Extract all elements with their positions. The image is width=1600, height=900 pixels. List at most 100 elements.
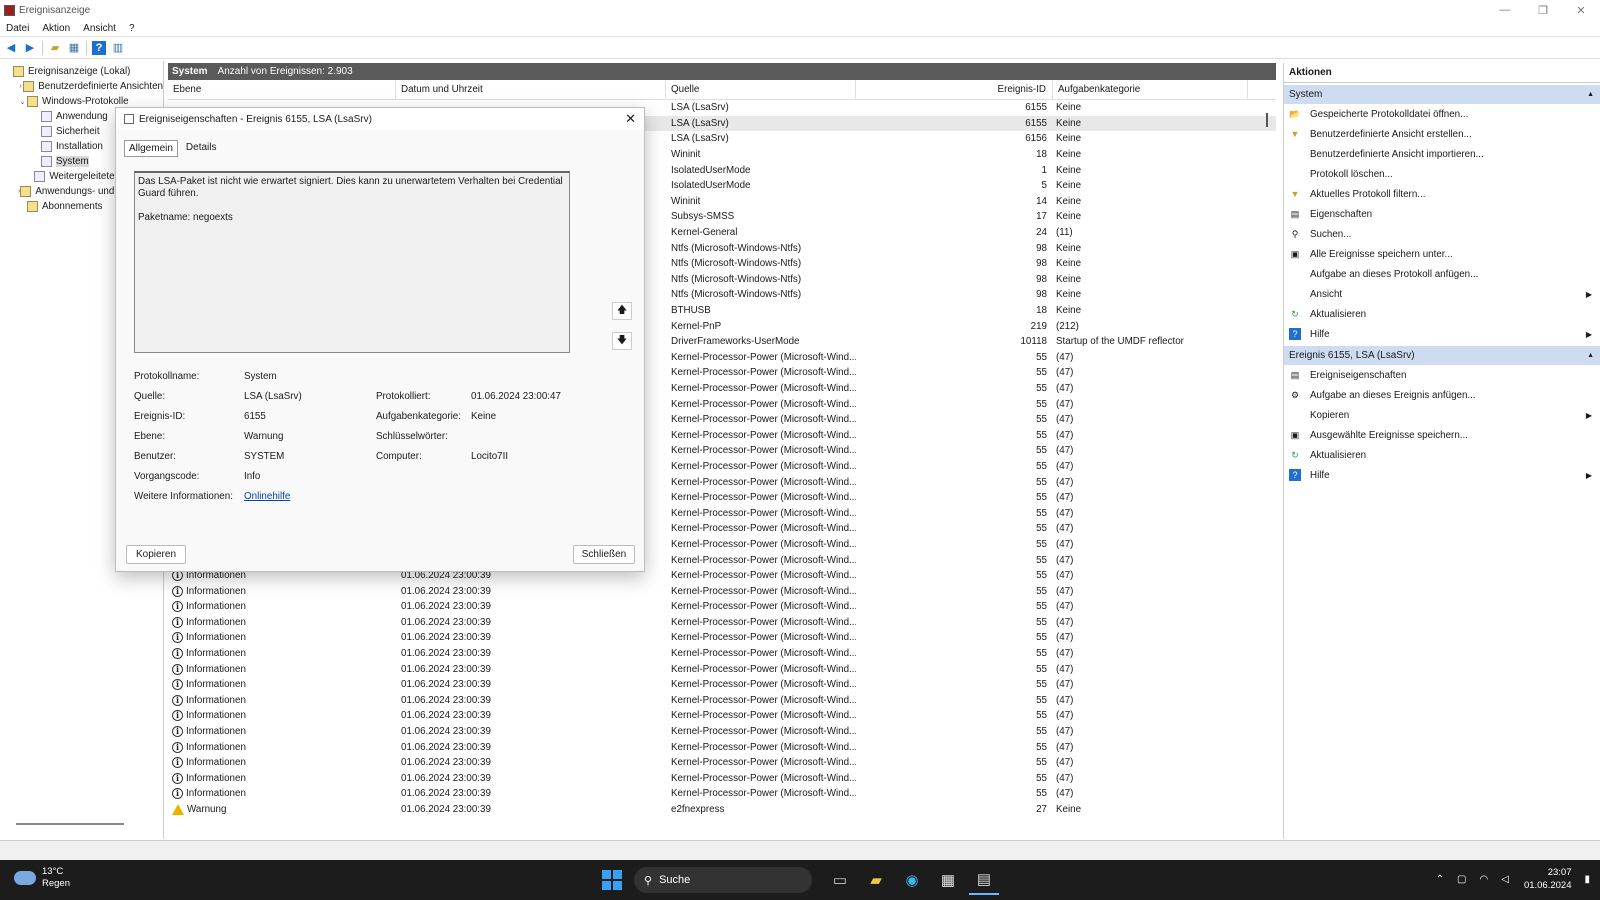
cell-source: IsolatedUserMode (671, 180, 751, 192)
table-row[interactable]: iInformationen 01.06.2024 23:00:39 Kernel-… (168, 786, 1276, 802)
menu-aktion[interactable]: Aktion (42, 23, 70, 34)
close-dialog-button[interactable]: Schließen (573, 545, 635, 564)
cell-event-id: 55 (1036, 741, 1047, 753)
action-label: Alle Ereignisse speichern unter... (1310, 248, 1453, 260)
expand-chevron-icon[interactable]: ⌄ (18, 98, 27, 106)
folder-up-icon[interactable]: ▰ (48, 41, 62, 55)
action-kopieren[interactable]: Kopieren ▶ (1284, 405, 1600, 425)
table-row[interactable]: Warnung 01.06.2024 23:00:39 e2fnexpress 27 K… (168, 802, 1276, 818)
back-arrow-icon[interactable]: ◀ (4, 41, 18, 55)
tree-horizontal-scrollbar[interactable] (16, 823, 124, 825)
edge-browser-icon[interactable]: ◉ (897, 865, 927, 895)
clock[interactable]: 23:07 01.06.2024 (1524, 866, 1572, 892)
action-hilfe[interactable]: ? Hilfe ▶ (1284, 324, 1600, 344)
action-ansicht[interactable]: Ansicht ▶ (1284, 284, 1600, 304)
label-weitere-informationen: Weitere Informationen: (134, 490, 233, 502)
action-benutzerdefinierte-ansicht-importieren[interactable]: Benutzerdefinierte Ansicht importieren..… (1284, 144, 1600, 164)
column-header-datum[interactable]: Datum und Uhrzeit (396, 79, 666, 100)
action-aufgabe-an-dieses-protokoll-anfügen[interactable]: Aufgabe an dieses Protokoll anfügen... (1284, 264, 1600, 284)
table-row[interactable]: iInformationen 01.06.2024 23:00:39 Kernel-… (168, 755, 1276, 771)
cell-event-id: 55 (1036, 726, 1047, 738)
action-hilfe[interactable]: ? Hilfe ▶ (1284, 465, 1600, 485)
minimize-button[interactable]: — (1486, 0, 1524, 20)
column-header-aufgabenkategorie[interactable]: Aufgabenkategorie (1053, 79, 1248, 100)
task-view-icon[interactable]: ▭ (825, 865, 855, 895)
wifi-icon[interactable]: ◠ (1480, 874, 1489, 885)
copy-button[interactable]: Kopieren (126, 545, 186, 564)
action-aktualisieren[interactable]: ↻ Aktualisieren (1284, 445, 1600, 465)
maximize-button[interactable]: ❐ (1524, 0, 1562, 20)
cell-event-id: 55 (1036, 429, 1047, 441)
cell-event-id: 55 (1036, 710, 1047, 722)
table-row[interactable]: iInformationen 01.06.2024 23:00:39 Kernel-… (168, 724, 1276, 740)
table-row[interactable]: iInformationen 01.06.2024 23:00:39 Kernel-… (168, 599, 1276, 615)
tree-item-ereignisanzeige-lokal[interactable]: Ereignisanzeige (Lokal) (0, 64, 163, 79)
cell-category: (47) (1056, 772, 1074, 784)
network-icon[interactable]: ▢ (1457, 874, 1466, 885)
close-window-button[interactable]: ✕ (1562, 0, 1600, 20)
event-viewer-taskbar-icon[interactable]: ▤ (969, 865, 999, 895)
cell-level: iInformationen (168, 663, 396, 675)
action-aufgabe-an-dieses-ereignis-anfügen[interactable]: ⚙ Aufgabe an dieses Ereignis anfügen... (1284, 385, 1600, 405)
action-section-ereignis-6155-lsa-lsasrv[interactable]: Ereignis 6155, LSA (LsaSrv) ▲ (1284, 346, 1600, 365)
action-gespeicherte-protokolldatei-öffnen[interactable]: 📂 Gespeicherte Protokolldatei öffnen... (1284, 104, 1600, 124)
table-row[interactable]: iInformationen 01.06.2024 23:00:39 Kernel-… (168, 646, 1276, 662)
table-row[interactable]: iInformationen 01.06.2024 23:00:39 Kernel-… (168, 693, 1276, 709)
cell-source: Kernel-Processor-Power (Microsoft-Wind..… (671, 710, 856, 722)
chevron-up-icon[interactable]: ▲ (1587, 352, 1594, 359)
dialog-close-icon[interactable]: ✕ (625, 111, 636, 127)
table-row[interactable]: iInformationen 01.06.2024 23:00:39 Kernel-… (168, 677, 1276, 693)
next-event-button[interactable]: 🡇 (612, 332, 632, 350)
volume-icon[interactable]: ◁ (1501, 874, 1509, 885)
menu-help[interactable]: ? (129, 23, 135, 34)
action-aktuelles-protokoll-filtern[interactable]: ▼ Aktuelles Protokoll filtern... (1284, 184, 1600, 204)
previous-event-button[interactable]: 🡅 (612, 302, 632, 320)
menu-ansicht[interactable]: Ansicht (83, 23, 116, 34)
menu-datei[interactable]: Datei (6, 23, 29, 34)
table-row[interactable]: iInformationen 01.06.2024 23:00:39 Kernel-… (168, 583, 1276, 599)
taskbar-search-box[interactable]: ⚲ Suche (634, 867, 812, 893)
action-benutzerdefinierte-ansicht-erstellen[interactable]: ▼ Benutzerdefinierte Ansicht erstellen... (1284, 124, 1600, 144)
event-list-scrollbar-thumb[interactable] (1266, 113, 1268, 127)
chevron-up-icon[interactable]: ▲ (1587, 91, 1594, 98)
forward-arrow-icon[interactable]: ▶ (23, 41, 37, 55)
tab-details[interactable]: Details (182, 140, 221, 157)
action-aktualisieren[interactable]: ↻ Aktualisieren (1284, 304, 1600, 324)
action-ereigniseigenschaften[interactable]: ▤ Ereigniseigenschaften (1284, 365, 1600, 385)
notification-icon[interactable]: ▮ (1584, 874, 1590, 885)
table-row[interactable]: iInformationen 01.06.2024 23:00:39 Kernel-… (168, 708, 1276, 724)
column-header-quelle[interactable]: Quelle (666, 79, 856, 100)
column-header-ereignis-id[interactable]: Ereignis-ID (856, 79, 1053, 100)
table-row[interactable]: iInformationen 01.06.2024 23:00:39 Kernel-… (168, 630, 1276, 646)
cell-level-text: Informationen (186, 694, 246, 706)
table-row[interactable]: iInformationen 01.06.2024 23:00:39 Kernel-… (168, 739, 1276, 755)
microsoft-store-icon[interactable]: ▦ (933, 865, 963, 895)
event-message-box[interactable]: Das LSA-Paket ist nicht wie erwartet sig… (134, 171, 570, 353)
action-alle-ereignisse-speichern-unter[interactable]: ▣ Alle Ereignisse speichern unter... (1284, 244, 1600, 264)
cell-category: (47) (1056, 757, 1074, 769)
tree-item-label: Installation (56, 141, 103, 152)
action-eigenschaften[interactable]: ▤ Eigenschaften (1284, 204, 1600, 224)
tab-allgemein[interactable]: Allgemein (124, 140, 178, 157)
cell-category: Keine (1056, 102, 1082, 114)
column-header-ebene[interactable]: Ebene (168, 79, 396, 100)
tree-item-benutzerdefinierte-ansichten[interactable]: › Benutzerdefinierte Ansichten (0, 79, 163, 94)
show-hide-tree-icon[interactable]: ▦ (67, 41, 81, 55)
table-row[interactable]: iInformationen 01.06.2024 23:00:39 Kernel-… (168, 661, 1276, 677)
chevron-up-icon[interactable]: ⌃ (1436, 874, 1444, 885)
table-row[interactable]: iInformationen 01.06.2024 23:00:39 Kernel-… (168, 615, 1276, 631)
cell-date: 01.06.2024 23:00:39 (401, 804, 491, 816)
cell-category: (47) (1056, 398, 1074, 410)
action-protokoll-löschen[interactable]: Protokoll löschen... (1284, 164, 1600, 184)
action-section-system[interactable]: System ▲ (1284, 85, 1600, 104)
onlinehilfe-link[interactable]: Onlinehilfe (244, 491, 290, 502)
start-button[interactable] (602, 870, 622, 890)
show-hide-action-pane-icon[interactable]: ▥ (111, 41, 125, 55)
filter-icon: ▼ (1290, 189, 1300, 199)
table-row[interactable]: iInformationen 01.06.2024 23:00:39 Kernel-… (168, 771, 1276, 787)
action-ausgewählte-ereignisse-speichern[interactable]: ▣ Ausgewählte Ereignisse speichern... (1284, 425, 1600, 445)
file-explorer-icon[interactable]: ▰ (861, 865, 891, 895)
action-suchen[interactable]: ⚲ Suchen... (1284, 224, 1600, 244)
weather-widget[interactable]: 13°C Regen (14, 866, 70, 890)
help-icon[interactable]: ? (92, 40, 106, 55)
